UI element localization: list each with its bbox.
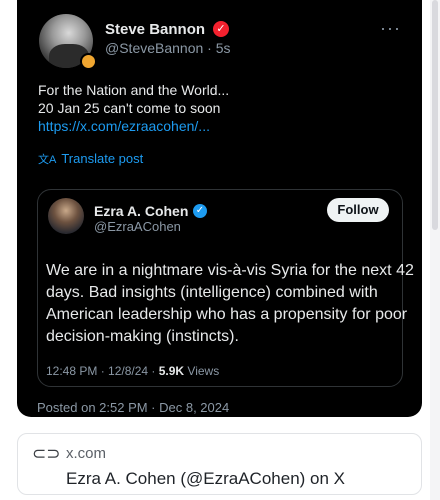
quoted-post-meta: 12:48 PM · 12/8/24 · 5.9K Views <box>46 364 219 378</box>
post-text-line: 20 Jan 25 can't come to soon <box>38 100 221 116</box>
posted-on-timestamp: Posted on 2:52 PM · Dec 8, 2024 <box>37 400 230 415</box>
affiliate-badge-icon <box>80 53 97 70</box>
follow-button[interactable]: Follow <box>327 198 389 222</box>
translate-icon: 文A <box>38 154 57 166</box>
translate-label: Translate post <box>61 151 144 166</box>
quoted-text-line: days. Bad insights (intelligence) combin… <box>46 284 378 301</box>
verified-badge-icon: ✓ <box>193 204 207 218</box>
scrollbar-thumb[interactable] <box>432 0 438 230</box>
post-text: For the Nation and the World... 20 Jan 2… <box>38 81 398 135</box>
quoted-text-line: decision-making (instincts). <box>46 328 239 345</box>
post-link[interactable]: https://x.com/ezraacohen/... <box>38 117 398 135</box>
quoted-author-name[interactable]: Ezra A. Cohen <box>94 203 188 219</box>
quoted-post-text: We are in a nightmare vis-à-vis Syria fo… <box>46 260 414 348</box>
translate-post-button[interactable]: 文A Translate post <box>38 151 143 167</box>
quoted-text-line: American leadership who has a propensity… <box>46 306 408 323</box>
link-domain: x.com <box>66 445 107 462</box>
quoted-post-card[interactable]: Ezra A. Cohen ✓ @EzraACohen Follow We ar… <box>37 189 414 387</box>
quoted-post-timestamp[interactable]: 12:48 PM · 12/8/24 · <box>46 364 159 378</box>
views-label: Views <box>184 364 220 378</box>
author-handle[interactable]: @SteveBannon · 5s <box>105 40 231 56</box>
post-text-line: For the Nation and the World... <box>38 82 230 98</box>
link-icon: ⊂⊃ <box>32 444 61 463</box>
quoted-author-avatar[interactable] <box>48 198 84 234</box>
verified-badge-icon: ✓ <box>213 21 229 37</box>
link-title[interactable]: Ezra A. Cohen (@EzraACohen) on X <box>66 469 345 489</box>
link-preview-card[interactable]: ⊂⊃ x.com Ezra A. Cohen (@EzraACohen) on … <box>17 433 422 495</box>
quoted-author-handle[interactable]: @EzraACohen <box>94 219 181 234</box>
author-name[interactable]: Steve Bannon <box>105 21 205 38</box>
views-count: 5.9K <box>158 364 185 378</box>
quoted-text-line: We are in a nightmare vis-à-vis Syria fo… <box>46 262 414 279</box>
more-options-icon[interactable]: ··· <box>380 18 401 39</box>
embedded-post-card: Steve Bannon ✓ @SteveBannon · 5s ··· For… <box>17 0 422 417</box>
